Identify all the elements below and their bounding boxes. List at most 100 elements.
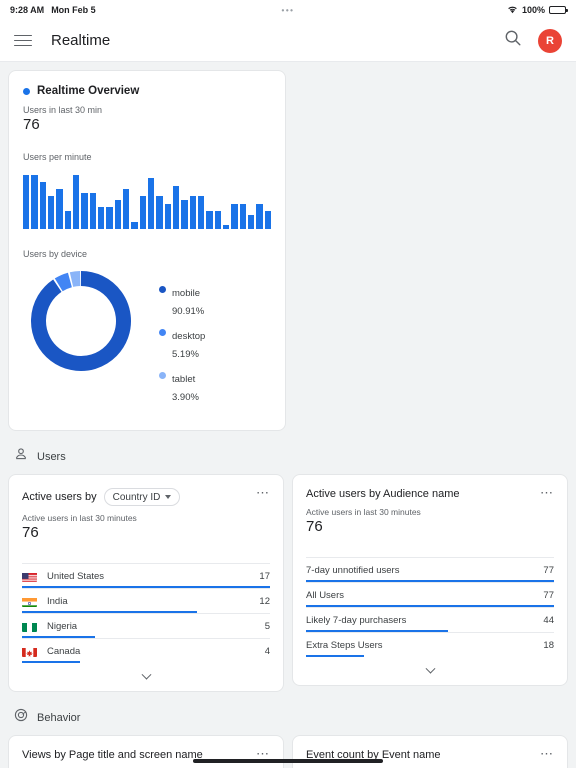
behavior-section-title: Behavior	[37, 711, 81, 724]
audience-expand-button[interactable]	[306, 657, 554, 685]
users-per-minute-bar	[247, 214, 255, 229]
users-per-minute-bar	[172, 185, 180, 229]
live-dot-icon	[23, 87, 30, 95]
table-row[interactable]: All Users 77	[306, 582, 554, 607]
country-card-title-prefix: Active users by	[22, 491, 97, 503]
country-expand-button[interactable]	[22, 663, 270, 691]
audience-card-title: Active users by Audience name	[306, 488, 460, 500]
country-rows: United States 17 India 12 Nigeria 5 Canada 4	[22, 563, 270, 663]
audience-card-column: Active users by Audience name ⋯ Active u…	[292, 474, 568, 692]
users-per-minute-bar	[31, 174, 38, 229]
dynamic-island-dots: •••	[281, 5, 295, 15]
avatar[interactable]: R	[538, 28, 562, 53]
audience-card-header: Active users by Audience name ⋯	[306, 486, 554, 500]
audience-value: 44	[543, 615, 554, 626]
more-options-icon[interactable]: ⋯	[250, 747, 270, 760]
search-icon[interactable]	[504, 29, 522, 52]
users-per-minute-bar	[197, 196, 205, 229]
country-card-column: Active users by Country ID ⋯ Active user…	[8, 474, 284, 692]
country-label: India	[47, 596, 68, 607]
legend-label: desktop	[172, 331, 206, 342]
more-options-icon[interactable]: ⋯	[250, 486, 270, 499]
country-card-title: Active users by Country ID	[22, 488, 181, 506]
home-indicator	[193, 759, 383, 763]
audience-label: 7-day unnotified users	[306, 565, 400, 576]
legend-color-dot	[159, 329, 166, 336]
country-card-header: Active users by Country ID ⋯	[22, 486, 270, 506]
dimension-dropdown[interactable]: Country ID	[103, 488, 181, 506]
hamburger-menu-icon[interactable]	[14, 34, 32, 47]
users-by-device-label: Users by device	[23, 249, 88, 259]
country-value: 12	[259, 596, 270, 607]
page-title: Realtime	[51, 32, 111, 49]
donut-segment	[54, 272, 73, 292]
overview-header: Realtime Overview	[23, 85, 271, 97]
audience-value: 77	[543, 590, 554, 601]
table-row[interactable]: Nigeria 5	[22, 613, 270, 638]
legend-percent: 90.91%	[172, 306, 205, 317]
battery-full-icon	[549, 6, 568, 14]
table-row[interactable]: United States 17	[22, 563, 270, 588]
app-bar: Realtime R	[0, 20, 576, 62]
users-per-minute-bar	[81, 192, 88, 229]
country-value: 17	[259, 571, 270, 582]
status-bar-right: 100%	[507, 5, 568, 16]
country-value: 5	[264, 621, 270, 632]
status-time: 9:28 AM	[10, 5, 45, 15]
views-by-page-title-card: Views by Page title and screen name ⋯ Vi…	[8, 735, 284, 768]
expand-chevron-icon	[141, 669, 151, 680]
audience-label: Extra Steps Users	[306, 640, 383, 651]
users-per-minute-bar	[222, 225, 230, 229]
table-row[interactable]: Extra Steps Users 18	[306, 632, 554, 657]
users-per-minute-bar	[56, 189, 63, 229]
users-per-minute-label: Users per minute	[23, 152, 92, 162]
device-breakdown: mobile 90.91% desktop 5.19% tablet 3.90%	[23, 265, 271, 412]
overview-users-label: Users in last 30 min	[23, 105, 103, 115]
country-card-subtitle: Active users in last 30 minutes	[22, 513, 137, 523]
country-card-total: 76	[22, 524, 39, 541]
more-options-icon[interactable]: ⋯	[534, 747, 554, 760]
legend-item: mobile 90.91%	[159, 283, 205, 319]
users-per-minute-bar	[64, 210, 71, 229]
users-per-minute-bar	[189, 196, 196, 229]
country-label: Canada	[47, 646, 81, 657]
users-per-minute-bar	[156, 196, 163, 229]
users-per-minute-bar	[72, 174, 80, 229]
active-users-by-country-card: Active users by Country ID ⋯ Active user…	[8, 474, 284, 692]
legend-color-dot	[159, 372, 166, 379]
users-per-minute-bar	[239, 203, 246, 229]
status-bar: 9:28 AM Mon Feb 5 ••• 100%	[0, 0, 576, 20]
more-options-icon[interactable]: ⋯	[534, 486, 554, 499]
event-count-by-event-name-card: Event count by Event name ⋯ Event count …	[292, 735, 568, 768]
users-per-minute-bar	[23, 174, 30, 229]
users-per-minute-bar	[89, 192, 96, 229]
users-per-minute-bar	[97, 207, 105, 229]
dashboard-scroll-area[interactable]: Realtime Overview Users in last 30 min 7…	[0, 62, 576, 768]
table-row[interactable]: Likely 7-day purchasers 44	[306, 607, 554, 632]
status-bar-left: 9:28 AM Mon Feb 5	[10, 5, 96, 15]
device-legend: mobile 90.91% desktop 5.19% tablet 3.90%	[159, 265, 205, 412]
users-section-header: Users	[14, 447, 568, 466]
country-value: 4	[264, 646, 270, 657]
active-users-by-audience-card: Active users by Audience name ⋯ Active u…	[292, 474, 568, 686]
users-per-minute-bar	[47, 196, 55, 229]
table-row[interactable]: 7-day unnotified users 77	[306, 557, 554, 582]
users-per-minute-bar	[114, 200, 121, 229]
donut-segment	[69, 271, 81, 287]
views-card-title: Views by Page title and screen name	[22, 749, 203, 761]
users-per-minute-bar	[131, 221, 138, 229]
events-card-column: Event count by Event name ⋯ Event count …	[292, 735, 568, 768]
behavior-cards-row: Views by Page title and screen name ⋯ Vi…	[8, 735, 568, 768]
battery-percent: 100%	[521, 5, 545, 15]
expand-chevron-icon	[425, 663, 435, 674]
table-row[interactable]: India 12	[22, 588, 270, 613]
users-per-minute-bar	[214, 210, 221, 229]
audience-card-total: 76	[306, 518, 323, 535]
legend-percent: 3.90%	[172, 392, 199, 403]
users-per-minute-bar	[181, 200, 188, 229]
country-flag-icon	[22, 571, 37, 582]
legend-item: tablet 3.90%	[159, 369, 205, 405]
chevron-down-icon	[165, 495, 172, 499]
table-row[interactable]: Canada 4	[22, 638, 270, 663]
behavior-section-header: Behavior	[14, 708, 568, 727]
